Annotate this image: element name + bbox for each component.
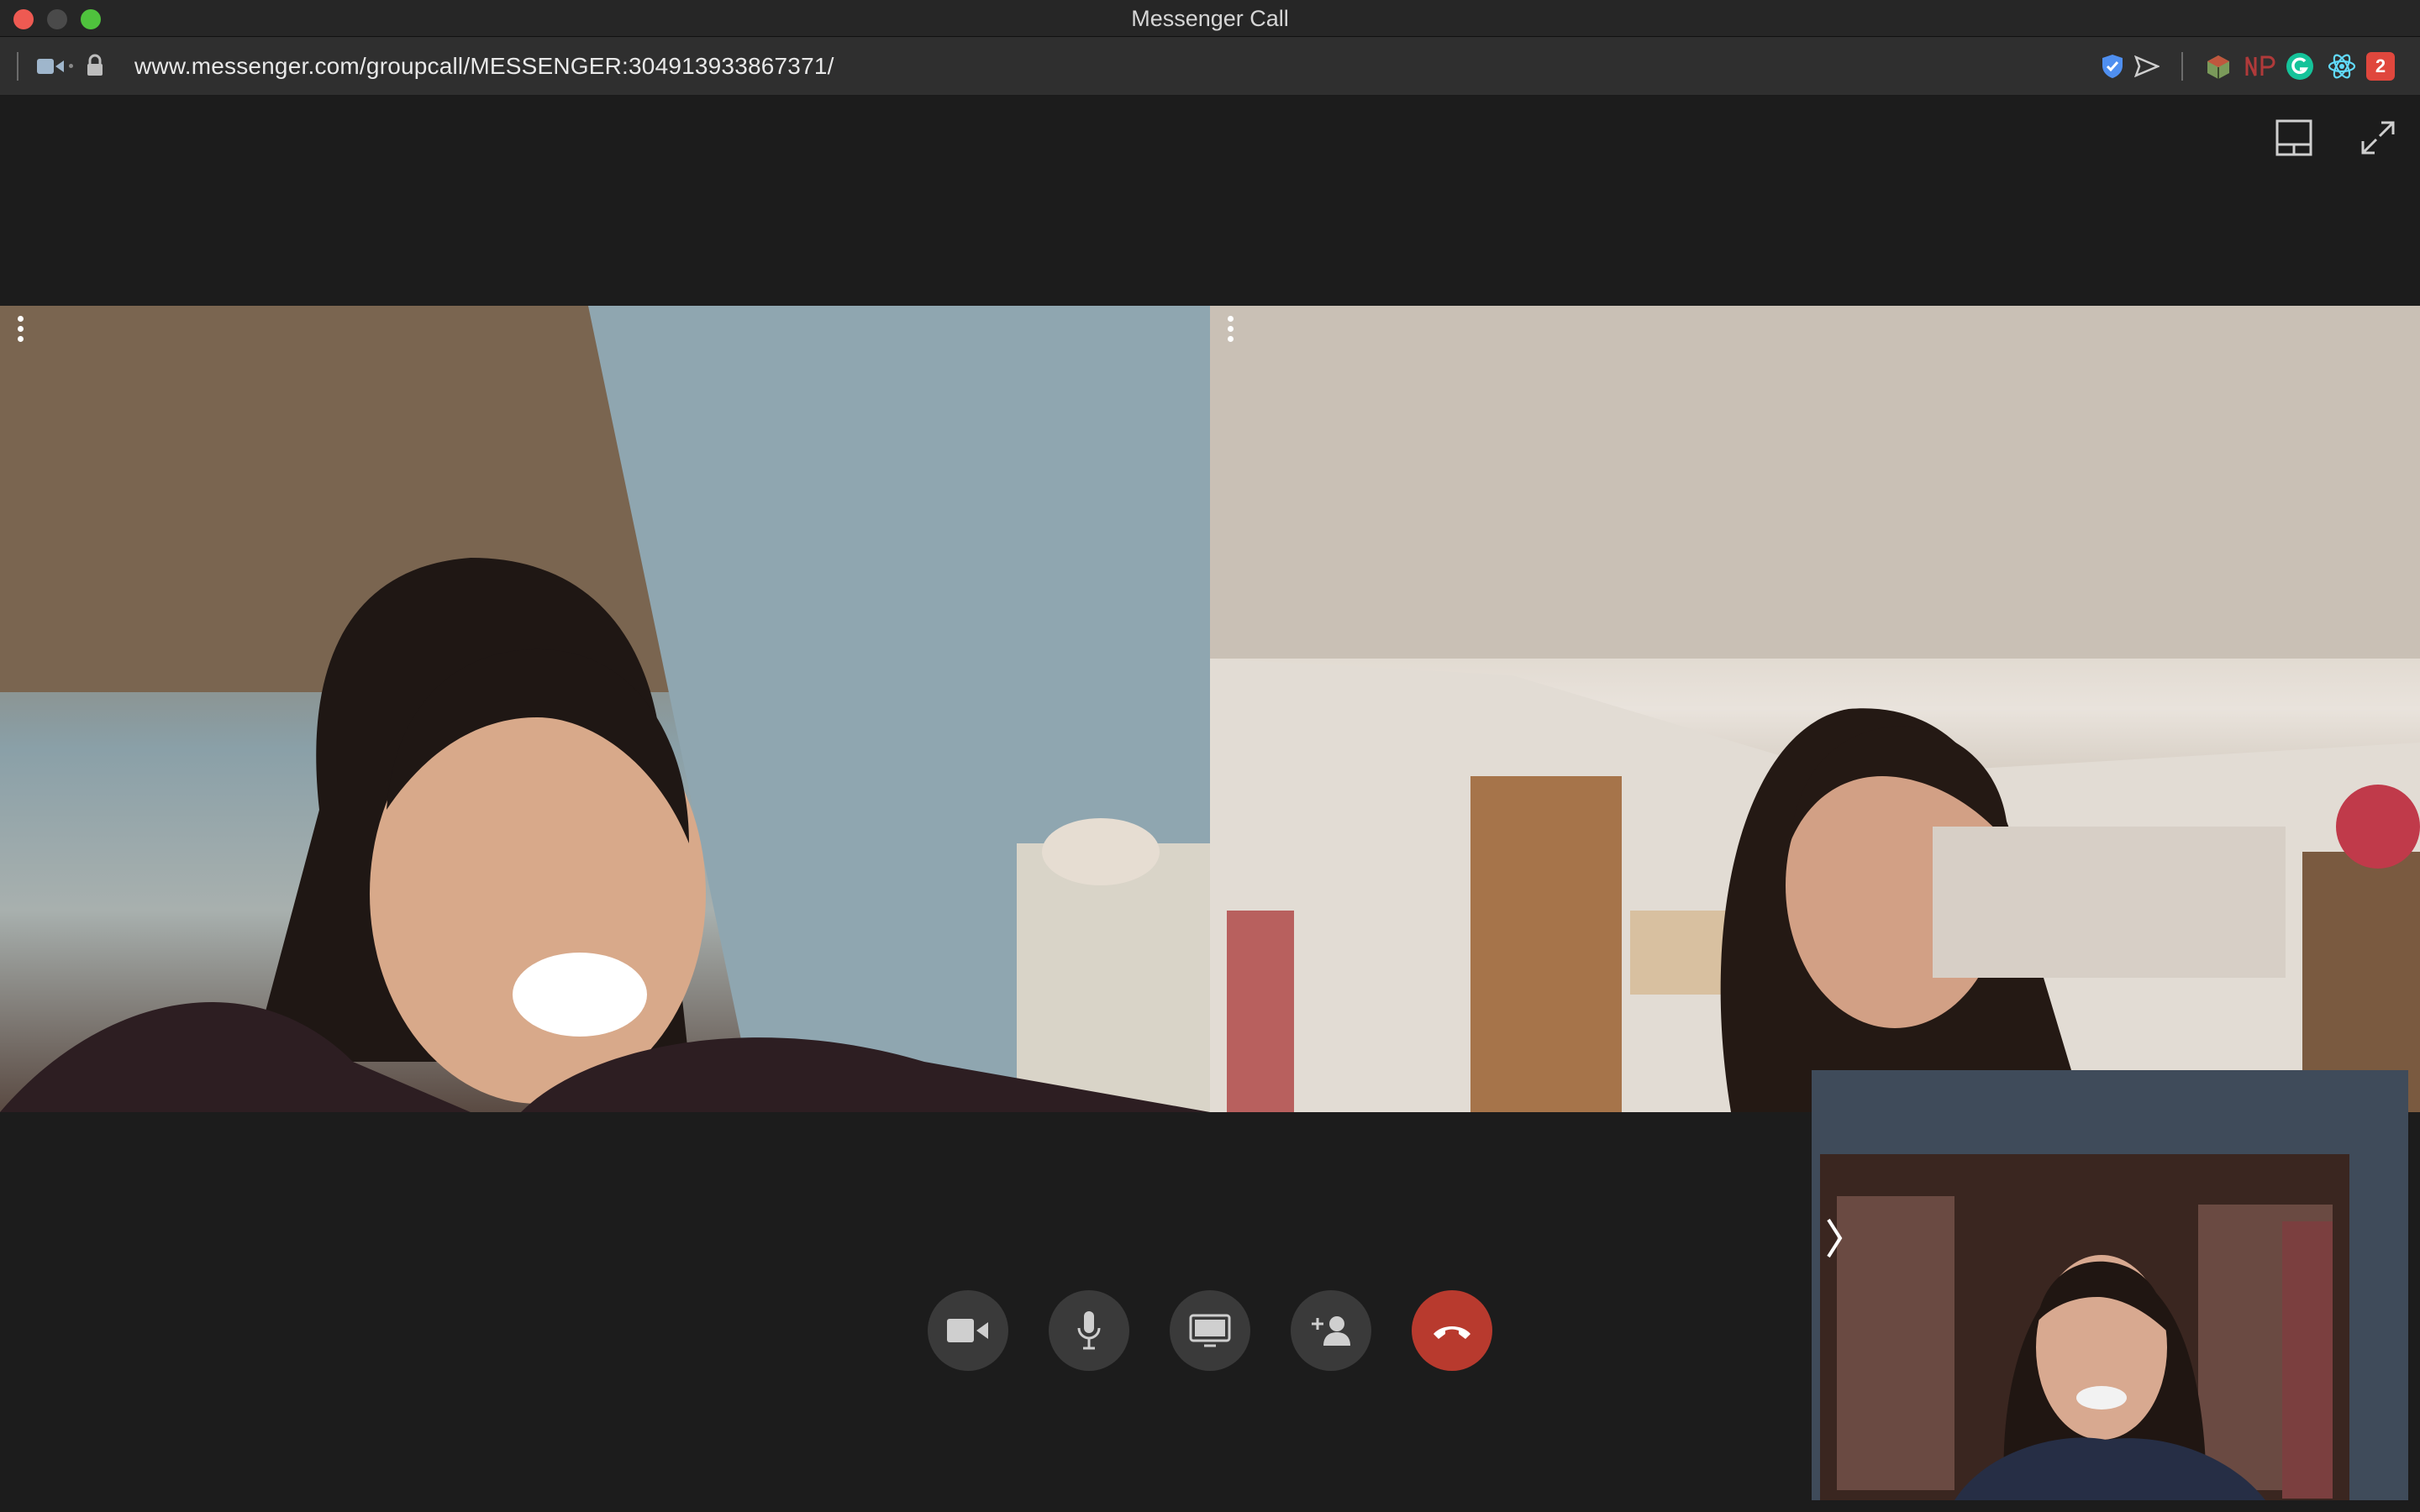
extension-badge-icon[interactable]: 2 <box>2366 52 2395 81</box>
toolbar-divider <box>17 52 18 81</box>
url-text[interactable]: www.messenger.com/groupcall/MESSENGER:30… <box>134 37 834 96</box>
participant-video-tile[interactable] <box>0 306 1210 1112</box>
add-person-icon <box>1312 1316 1350 1346</box>
self-view-video[interactable] <box>1812 1070 2408 1500</box>
lock-icon <box>87 54 103 76</box>
grammarly-icon[interactable] <box>2286 52 2314 81</box>
extension-badge-count: 2 <box>2375 55 2386 76</box>
send-icon[interactable] <box>2134 55 2160 77</box>
toggle-video-button[interactable] <box>928 1290 1008 1371</box>
microphone-icon <box>1077 1311 1101 1350</box>
toolbar-divider <box>2181 52 2183 81</box>
url-bar: www.messenger.com/groupcall/MESSENGER:30… <box>0 37 2420 96</box>
fullscreen-icon[interactable] <box>2358 118 2398 158</box>
share-screen-button[interactable] <box>1170 1290 1250 1371</box>
dot-separator <box>69 64 73 68</box>
window-titlebar: Messenger Call <box>0 0 2420 37</box>
participant-menu-icon[interactable] <box>15 316 25 346</box>
end-call-button[interactable] <box>1412 1290 1492 1371</box>
chevron-right-icon[interactable] <box>1822 1213 1847 1263</box>
layout-toggle-icon[interactable] <box>2274 118 2314 158</box>
video-camera-icon[interactable] <box>37 57 66 76</box>
toggle-microphone-button[interactable] <box>1049 1290 1129 1371</box>
self-video-feed <box>1812 1070 2408 1500</box>
window-title: Messenger Call <box>1131 6 1289 31</box>
np-extension-icon[interactable] <box>2245 55 2275 77</box>
video-camera-icon <box>947 1319 988 1342</box>
cube-extension-icon[interactable] <box>2205 54 2232 81</box>
end-call-icon <box>1434 1326 1470 1339</box>
participant-video-tile[interactable] <box>1210 306 2420 1112</box>
screen-share-icon <box>1189 1314 1231 1347</box>
participant-menu-icon[interactable] <box>1225 316 1235 346</box>
shield-check-icon[interactable] <box>2101 54 2124 79</box>
participant-video-feed <box>0 306 1210 1112</box>
participant-video-feed <box>1210 306 2420 1112</box>
add-participant-button[interactable] <box>1291 1290 1371 1371</box>
react-devtools-icon[interactable] <box>2328 52 2356 81</box>
